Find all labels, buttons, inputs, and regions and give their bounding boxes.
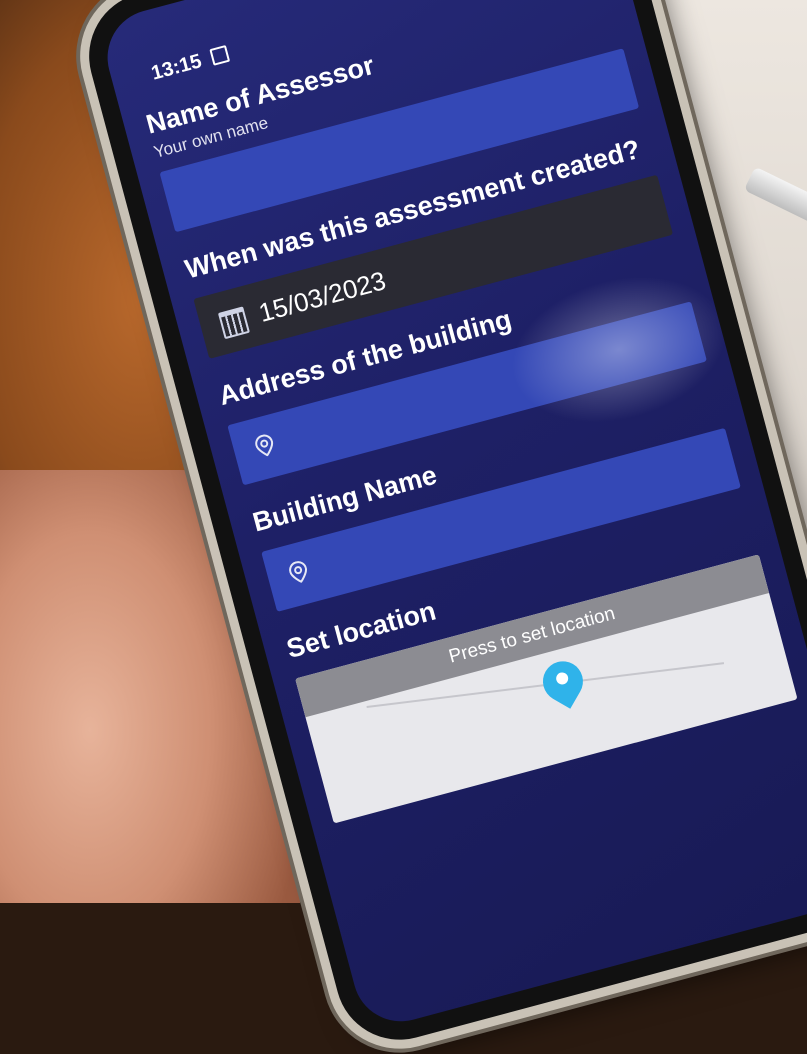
date-value: 15/03/2023: [255, 265, 389, 328]
status-time: 13:15: [148, 50, 205, 85]
location-pin-icon: [255, 434, 274, 457]
notification-icon: [208, 45, 230, 66]
calendar-icon: [217, 306, 250, 340]
location-pin-icon: [289, 561, 308, 583]
